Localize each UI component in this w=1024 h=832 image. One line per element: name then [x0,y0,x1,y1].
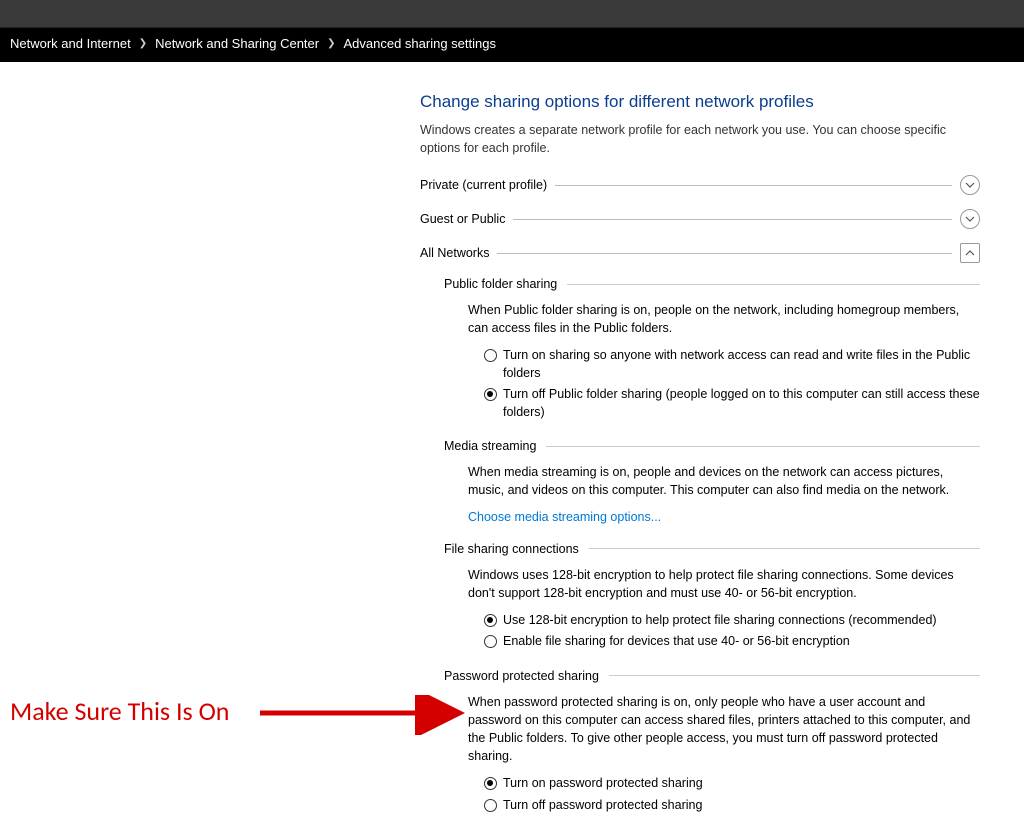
expand-button[interactable] [960,209,980,229]
password-on-option[interactable]: Turn on password protected sharing [484,775,980,793]
encryption-128-option[interactable]: Use 128-bit encryption to help protect f… [484,612,980,630]
radio-icon[interactable] [484,614,497,627]
file-sharing-desc: Windows uses 128-bit encryption to help … [468,566,980,602]
public-folder-on-option[interactable]: Turn on sharing so anyone with network a… [484,347,980,382]
breadcrumb-item[interactable]: Advanced sharing settings [344,36,496,51]
media-streaming-link[interactable]: Choose media streaming options... [468,510,980,524]
divider [546,446,980,447]
public-folder-off-option[interactable]: Turn off Public folder sharing (people l… [484,386,980,421]
option-label: Use 128-bit encryption to help protect f… [503,612,937,630]
page-title: Change sharing options for different net… [420,92,980,112]
profile-all-label: All Networks [420,246,489,260]
page-intro: Windows creates a separate network profi… [420,122,980,157]
media-streaming-section: Media streaming When media streaming is … [444,439,980,523]
option-label: Turn on password protected sharing [503,775,703,793]
profile-guest-label: Guest or Public [420,212,505,226]
breadcrumb-item[interactable]: Network and Internet [10,36,131,51]
radio-icon[interactable] [484,777,497,790]
password-sharing-section: Password protected sharing When password… [444,669,980,815]
divider [567,284,980,285]
chevron-down-icon [965,180,975,190]
divider [513,219,952,220]
public-folder-desc: When Public folder sharing is on, people… [468,301,980,337]
radio-icon[interactable] [484,349,497,362]
profile-all-row[interactable]: All Networks [420,243,980,263]
radio-icon[interactable] [484,635,497,648]
collapse-button[interactable] [960,243,980,263]
option-label: Turn off Public folder sharing (people l… [503,386,980,421]
chevron-right-icon: ❯ [139,38,147,49]
public-folder-header: Public folder sharing [444,277,557,291]
file-sharing-section: File sharing connections Windows uses 12… [444,542,980,651]
option-label: Turn off password protected sharing [503,797,702,815]
option-label: Enable file sharing for devices that use… [503,633,850,651]
file-sharing-header: File sharing connections [444,542,579,556]
expand-button[interactable] [960,175,980,195]
chevron-down-icon [965,214,975,224]
breadcrumb-item[interactable]: Network and Sharing Center [155,36,319,51]
password-sharing-header: Password protected sharing [444,669,599,683]
password-sharing-desc: When password protected sharing is on, o… [468,693,980,766]
settings-panel: Change sharing options for different net… [420,92,980,832]
breadcrumb: Network and Internet ❯ Network and Shari… [0,28,1024,59]
option-label: Turn on sharing so anyone with network a… [503,347,980,382]
media-streaming-header: Media streaming [444,439,536,453]
profile-guest-row[interactable]: Guest or Public [420,209,980,229]
divider [497,253,952,254]
chevron-right-icon: ❯ [327,38,335,49]
password-off-option[interactable]: Turn off password protected sharing [484,797,980,815]
public-folder-section: Public folder sharing When Public folder… [444,277,980,421]
window-titlebar-spacer [0,0,1024,28]
profile-private-row[interactable]: Private (current profile) [420,175,980,195]
divider [609,675,980,676]
profile-private-label: Private (current profile) [420,178,547,192]
divider [589,548,980,549]
radio-icon[interactable] [484,799,497,812]
divider [555,185,952,186]
chevron-up-icon [965,248,975,258]
media-streaming-desc: When media streaming is on, people and d… [468,463,980,499]
radio-icon[interactable] [484,388,497,401]
content-area: Change sharing options for different net… [0,62,1024,832]
encryption-40-option[interactable]: Enable file sharing for devices that use… [484,633,980,651]
